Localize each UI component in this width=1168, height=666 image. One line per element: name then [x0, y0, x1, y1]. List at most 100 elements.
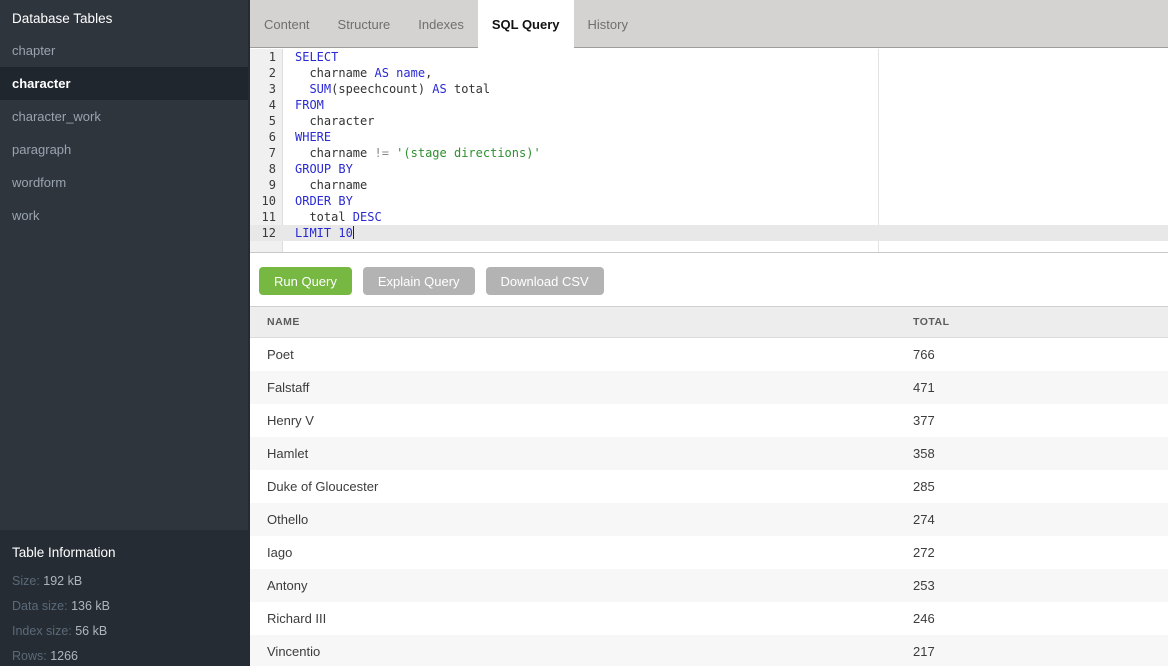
cell-total: 766: [913, 347, 1168, 362]
code-text: SUM(speechcount) AS total: [295, 81, 490, 97]
cell-total: 272: [913, 545, 1168, 560]
code-line[interactable]: 2 charname AS name,: [250, 65, 1168, 81]
token: !=: [374, 146, 388, 160]
cell-name: Poet: [250, 347, 913, 362]
tab-history[interactable]: History: [574, 0, 642, 48]
code-line[interactable]: 11 total DESC: [250, 209, 1168, 225]
code-line[interactable]: 10ORDER BY: [250, 193, 1168, 209]
table-row[interactable]: Iago272: [250, 536, 1168, 569]
tab-sql-query[interactable]: SQL Query: [478, 0, 574, 49]
cell-name: Othello: [250, 512, 913, 527]
cell-total: 253: [913, 578, 1168, 593]
table-info-row: Data size: 136 kB: [12, 599, 236, 613]
query-button-row: Run Query Explain Query Download CSV: [259, 267, 615, 295]
sidebar: Database Tables chaptercharactercharacte…: [0, 0, 250, 666]
table-info-value: 1266: [50, 649, 78, 663]
table-row[interactable]: Vincentio217: [250, 635, 1168, 666]
code-line[interactable]: 9 charname: [250, 177, 1168, 193]
token: name: [396, 66, 425, 80]
code-line[interactable]: 7 charname != '(stage directions)': [250, 145, 1168, 161]
table-info-label: Rows:: [12, 649, 50, 663]
run-query-button[interactable]: Run Query: [259, 267, 352, 295]
sidebar-item-character[interactable]: character: [0, 67, 248, 100]
token: ,: [425, 66, 432, 80]
code-text: WHERE: [295, 129, 331, 145]
cell-name: Antony: [250, 578, 913, 593]
code-text: charname: [295, 177, 367, 193]
token: AS: [374, 66, 388, 80]
code-line[interactable]: 4 FROM: [250, 97, 1168, 113]
code-line[interactable]: 3 SUM(speechcount) AS total: [250, 81, 1168, 97]
explain-query-button[interactable]: Explain Query: [363, 267, 475, 295]
token: WHERE: [295, 130, 331, 144]
table-row[interactable]: Hamlet358: [250, 437, 1168, 470]
cell-name: Henry V: [250, 413, 913, 428]
token: ORDER BY: [295, 194, 353, 208]
cell-name: Iago: [250, 545, 913, 560]
table-row[interactable]: Duke of Gloucester285: [250, 470, 1168, 503]
code-line[interactable]: 1 SELECT: [250, 49, 1168, 65]
cell-total: 377: [913, 413, 1168, 428]
code-text: LIMIT 10: [295, 225, 354, 241]
sidebar-item-character_work[interactable]: character_work: [0, 100, 248, 133]
table-row[interactable]: Othello274: [250, 503, 1168, 536]
sidebar-item-work[interactable]: work: [0, 199, 248, 232]
code-line[interactable]: 6 WHERE: [250, 129, 1168, 145]
table-info-label: Index size:: [12, 624, 75, 638]
code-text: FROM: [295, 97, 324, 113]
sidebar-item-paragraph[interactable]: paragraph: [0, 133, 248, 166]
table-info-row: Rows: 1266: [12, 649, 236, 663]
code-line[interactable]: 5 character: [250, 113, 1168, 129]
cell-name: Vincentio: [250, 644, 913, 659]
tab-structure[interactable]: Structure: [324, 0, 405, 48]
text-cursor: [353, 226, 354, 239]
cell-total: 358: [913, 446, 1168, 461]
table-row[interactable]: Antony253: [250, 569, 1168, 602]
code-text: SELECT: [295, 49, 338, 65]
code-text: total DESC: [295, 209, 382, 225]
column-header-total: TOTAL: [913, 316, 1168, 328]
cell-total: 274: [913, 512, 1168, 527]
cell-name: Falstaff: [250, 380, 913, 395]
line-number: 6: [250, 129, 283, 145]
line-number: 7: [250, 145, 283, 161]
token: '(stage directions)': [396, 146, 541, 160]
cell-total: 471: [913, 380, 1168, 395]
token: charname: [295, 178, 367, 192]
results-header-row: NAME TOTAL: [250, 307, 1168, 338]
table-info-label: Data size:: [12, 599, 71, 613]
token: character: [295, 114, 374, 128]
token: total: [447, 82, 490, 96]
tab-content[interactable]: Content: [250, 0, 324, 48]
token: charname: [295, 66, 374, 80]
sidebar-item-chapter[interactable]: chapter: [0, 34, 248, 67]
code-line[interactable]: 12LIMIT 10: [250, 225, 1168, 241]
line-number: 5: [250, 113, 283, 129]
table-row[interactable]: Henry V377: [250, 404, 1168, 437]
table-row[interactable]: Poet766: [250, 338, 1168, 371]
table-information-panel: Table Information Size: 192 kBData size:…: [0, 530, 248, 666]
sql-editor[interactable]: 1 SELECT2 charname AS name,3 SUM(speechco…: [250, 49, 1168, 253]
table-row[interactable]: Richard III246: [250, 602, 1168, 635]
sidebar-item-wordform[interactable]: wordform: [0, 166, 248, 199]
token: DESC: [353, 210, 382, 224]
cell-total: 217: [913, 644, 1168, 659]
table-info-value: 56 kB: [75, 624, 107, 638]
cell-name: Duke of Gloucester: [250, 479, 913, 494]
token: [295, 82, 309, 96]
tab-indexes[interactable]: Indexes: [404, 0, 478, 48]
line-number: 11: [250, 209, 283, 225]
code-line[interactable]: 8GROUP BY: [250, 161, 1168, 177]
line-number: 4: [250, 97, 283, 113]
token: total: [295, 210, 353, 224]
column-header-name: NAME: [250, 316, 913, 328]
download-csv-button[interactable]: Download CSV: [486, 267, 604, 295]
table-row[interactable]: Falstaff471: [250, 371, 1168, 404]
code-text: GROUP BY: [295, 161, 353, 177]
table-info-label: Size:: [12, 574, 43, 588]
table-info-row: Size: 192 kB: [12, 574, 236, 588]
code-text: ORDER BY: [295, 193, 353, 209]
line-number: 1: [250, 49, 283, 65]
table-information-rows: Size: 192 kB Data size: 136 kB Index size:…: [12, 574, 236, 663]
line-number: 3: [250, 81, 283, 97]
